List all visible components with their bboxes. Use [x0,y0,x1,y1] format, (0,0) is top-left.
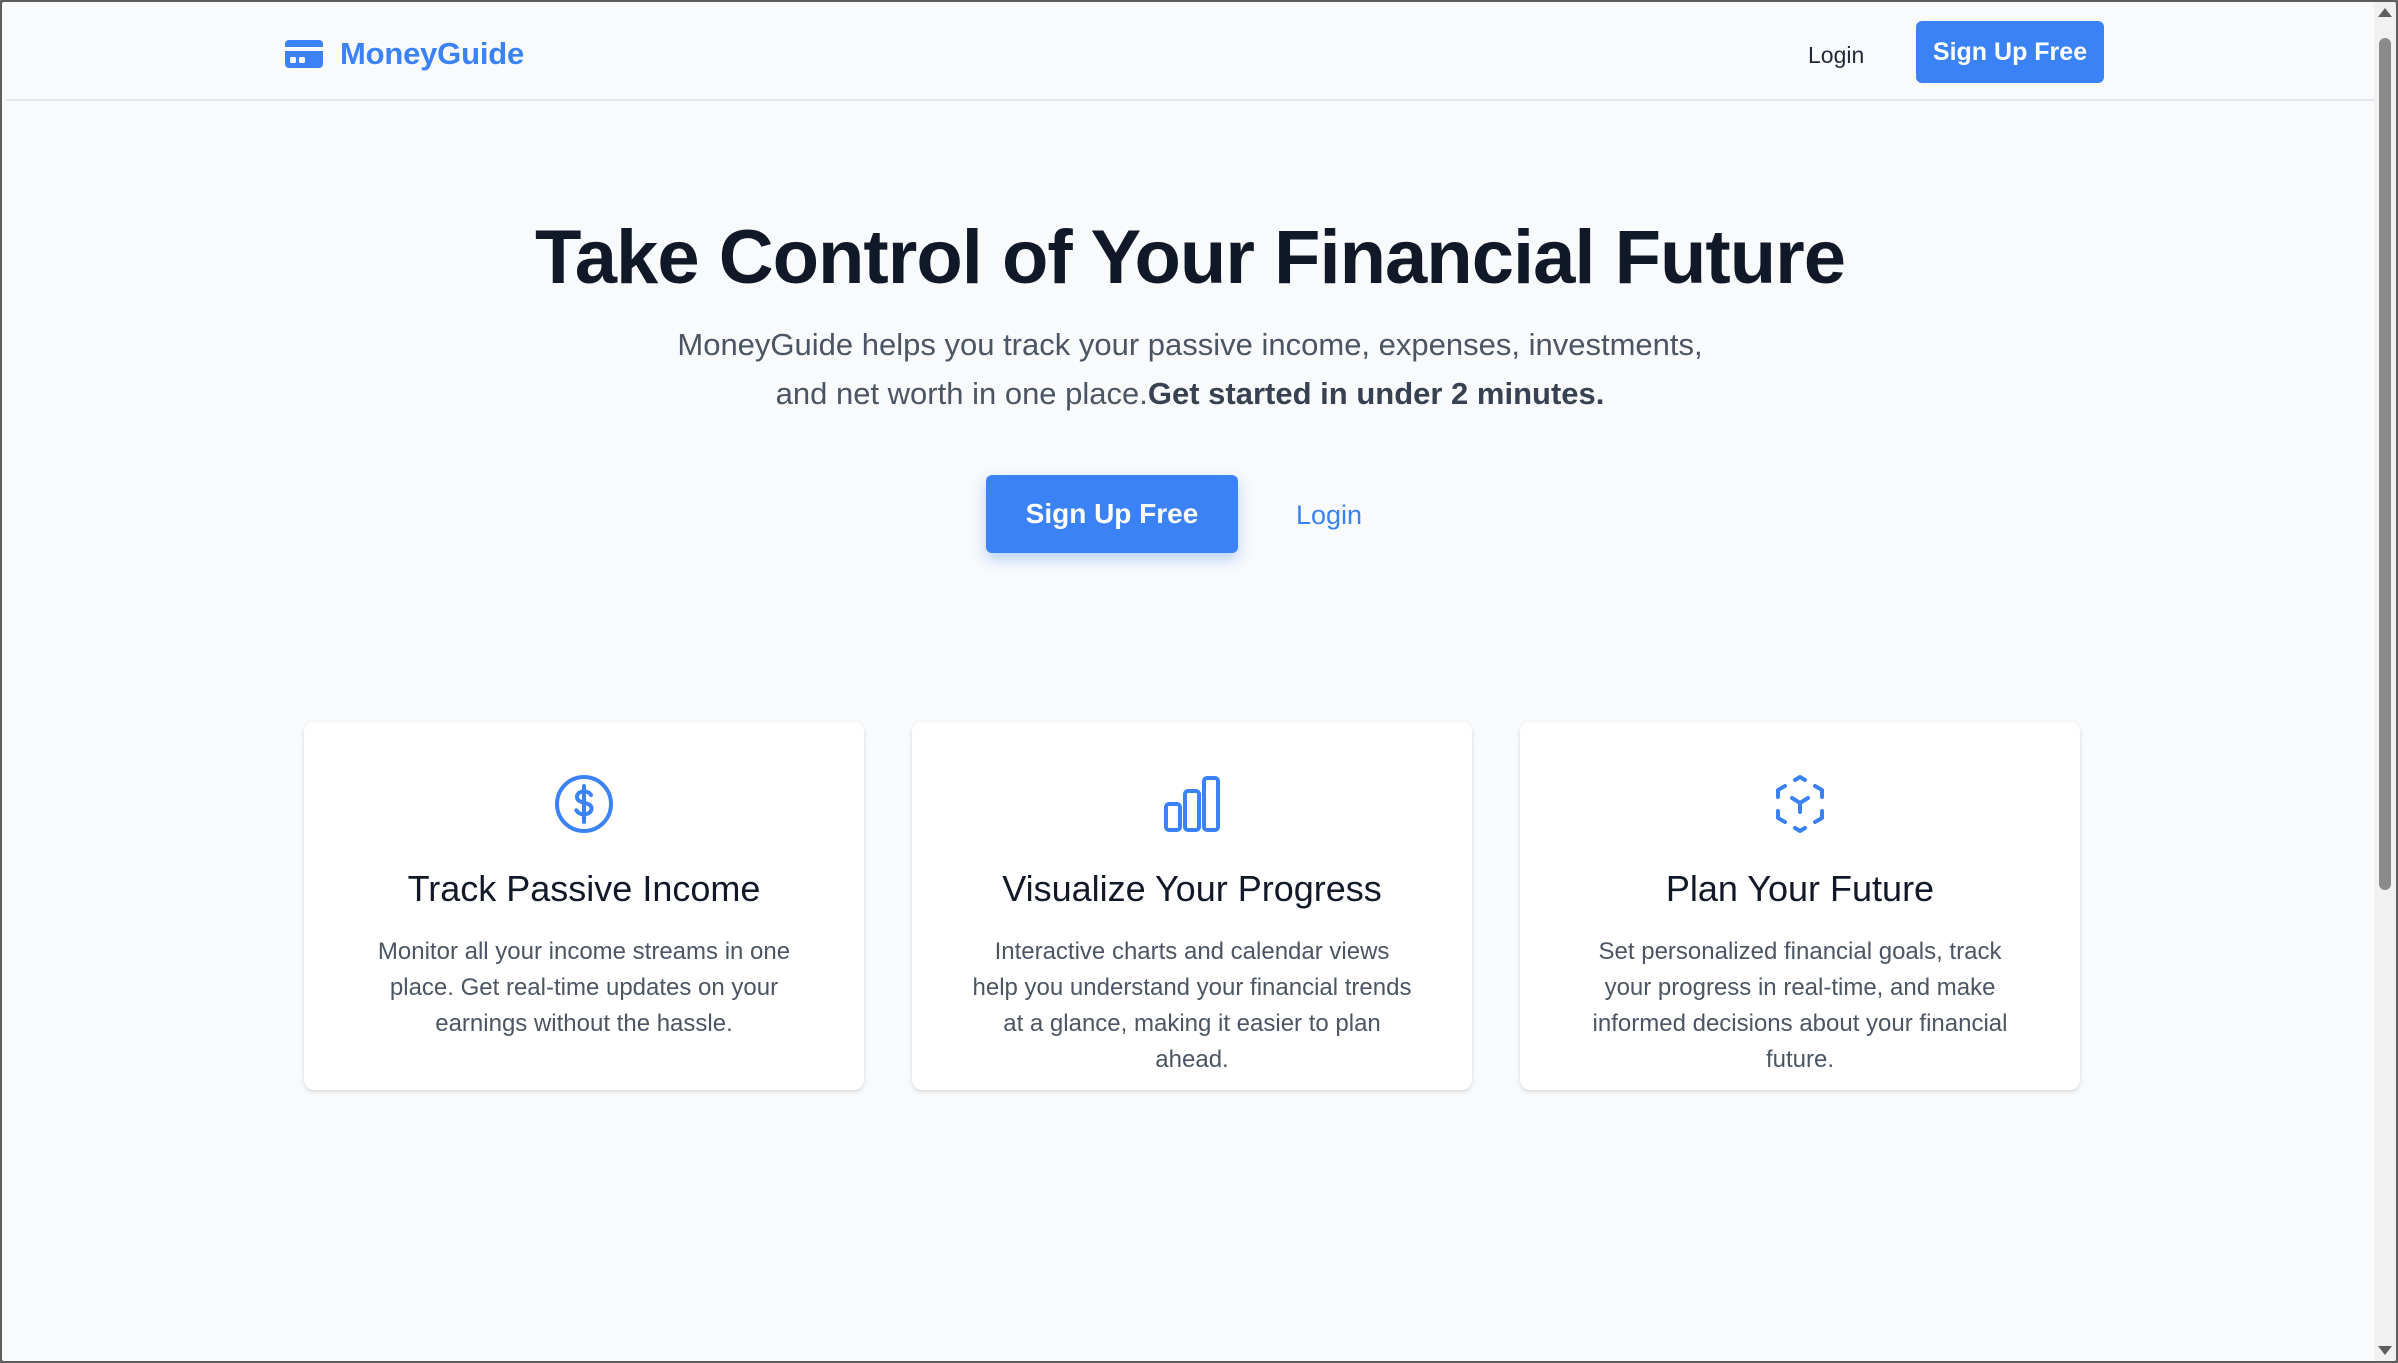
bar-chart-icon [1164,776,1220,832]
dollar-circle-icon [555,775,613,833]
nav-login-link[interactable]: Login [1796,34,1876,76]
feature-card-description: Set personalized financial goals, track … [1592,938,2008,1073]
feature-card-income: Track Passive Income Monitor all your in… [304,722,864,1090]
hero-subtitle-line1: MoneyGuide helps you track your passive … [677,327,1703,362]
feature-card-title: Visualize Your Progress [1002,868,1382,909]
hero-subtitle-line2: and net worth in one place. [775,376,1148,411]
feature-card-description: Monitor all your income streams in one p… [377,938,791,1037]
hero-login-link[interactable]: Login [1284,495,1374,535]
hero-subtitle: MoneyGuide helps you track your passive … [590,320,1790,418]
top-navbar: MoneyGuide Login Sign Up Free [6,4,2374,101]
nav-signup-button[interactable]: Sign Up Free [1916,21,2104,83]
vertical-scrollbar[interactable] [2374,2,2396,1361]
wallet-icon [285,40,323,68]
hero-subtitle-emphasis: Get started in under 2 minutes. [1147,376,1605,411]
hero-title: Take Control of Your Financial Future [535,215,1846,300]
brand-name: MoneyGuide [340,36,525,71]
cube-focus-icon [1776,775,1824,833]
feature-card-description: Interactive charts and calendar views he… [972,938,1412,1073]
scrollbar-thumb[interactable] [2379,38,2391,890]
scroll-down-arrow-icon[interactable] [2378,1346,2392,1355]
feature-card-title: Track Passive Income [407,868,761,909]
page-viewport: MoneyGuide Login Sign Up Free Take Contr… [6,4,2374,1361]
hero-signup-button[interactable]: Sign Up Free [986,475,1238,553]
feature-card-title: Plan Your Future [1665,868,1935,909]
brand-logo-link[interactable]: MoneyGuide [284,34,524,74]
browser-window: MoneyGuide Login Sign Up Free Take Contr… [0,0,2398,1363]
scroll-up-arrow-icon[interactable] [2378,8,2392,17]
feature-card-plan: Plan Your Future Set personalized financ… [1520,722,2080,1090]
feature-card-progress: Visualize Your Progress Interactive char… [912,722,1472,1090]
